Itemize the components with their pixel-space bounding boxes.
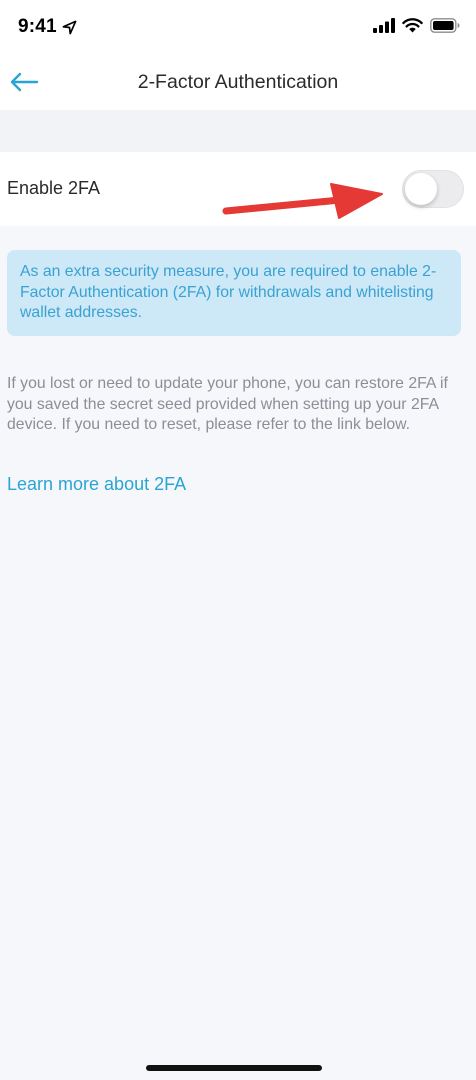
- status-bar: 9:41: [0, 0, 476, 54]
- security-info-box: As an extra security measure, you are re…: [7, 250, 461, 336]
- wifi-icon: [402, 18, 423, 33]
- page-title: 2-Factor Authentication: [137, 71, 339, 93]
- restore-description: If you lost or need to update your phone…: [7, 375, 448, 433]
- nav-header: 2-Factor Authentication: [0, 54, 476, 110]
- annotation-arrow-icon: [222, 183, 383, 219]
- home-indicator[interactable]: [146, 1065, 322, 1071]
- status-time-group: 9:41: [18, 16, 77, 38]
- location-arrow-icon: [62, 20, 77, 34]
- status-icons: [373, 18, 460, 33]
- toggle-knob: [405, 173, 437, 205]
- cellular-signal-icon: [373, 18, 395, 33]
- enable-2fa-toggle[interactable]: [402, 170, 464, 208]
- enable-2fa-label: Enable 2FA: [7, 178, 101, 198]
- section-spacer: [0, 110, 476, 152]
- learn-more-link[interactable]: Learn more about 2FA: [7, 474, 186, 495]
- battery-icon: [430, 18, 460, 33]
- status-time: 9:41: [18, 16, 57, 37]
- security-info-text: As an extra security measure, you are re…: [20, 263, 437, 321]
